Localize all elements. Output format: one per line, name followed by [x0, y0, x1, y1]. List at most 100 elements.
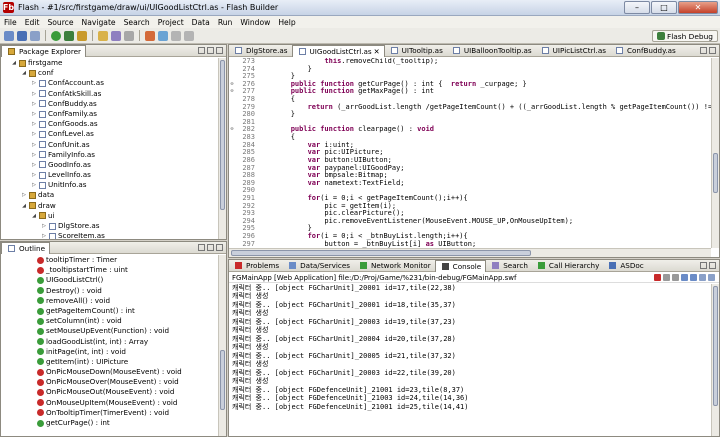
- tree-item[interactable]: ▷ ConfAtkSkill.as: [1, 89, 226, 99]
- run-icon[interactable]: [51, 30, 61, 41]
- menu-file[interactable]: File: [4, 18, 17, 27]
- bottom-tab-problems[interactable]: Problems: [229, 260, 283, 271]
- package-explorer-scrollbar[interactable]: [218, 58, 226, 239]
- outline-item[interactable]: Destroy() : void: [35, 286, 226, 296]
- save-icon[interactable]: [17, 30, 27, 41]
- editor-tab[interactable]: UITooltip.as: [385, 45, 447, 56]
- expand-toggle-icon[interactable]: ▷: [31, 109, 37, 119]
- tree-item[interactable]: ▷ DlgStore.as: [1, 221, 226, 231]
- new-icon[interactable]: [4, 30, 14, 41]
- menu-help[interactable]: Help: [278, 18, 295, 27]
- console-output[interactable]: 캐릭터 중.. [object FGCharUnit]_20001 id=17,…: [229, 284, 711, 436]
- expand-toggle-icon[interactable]: ▷: [31, 129, 37, 139]
- expand-toggle-icon[interactable]: ◢: [21, 68, 27, 78]
- outline-item[interactable]: _tooltipstartTime : uint: [35, 265, 226, 275]
- tree-item[interactable]: ▷ ScoreItem.as: [1, 231, 226, 239]
- sort-icon[interactable]: [198, 244, 205, 251]
- menu-source[interactable]: Source: [47, 18, 73, 27]
- terminate-icon[interactable]: [654, 274, 661, 281]
- outline-scrollbar[interactable]: [218, 255, 226, 436]
- close-tab-icon[interactable]: ✕: [374, 47, 380, 56]
- tab-outline[interactable]: Outline: [1, 242, 51, 254]
- outline-item[interactable]: setMouseUpEvent(Function) : void: [35, 326, 226, 336]
- print-icon[interactable]: [30, 30, 40, 41]
- stop-icon[interactable]: [145, 30, 155, 41]
- outline-item[interactable]: removeAll() : void: [35, 296, 226, 306]
- bottom-tab-data-services[interactable]: Data/Services: [283, 260, 354, 271]
- outline-item[interactable]: UIGoodListCtrl(): [35, 275, 226, 285]
- tree-item[interactable]: ▷ UnitInfo.as: [1, 180, 226, 190]
- expand-toggle-icon[interactable]: ▷: [31, 140, 37, 150]
- tree-item[interactable]: ◢ firstgame: [1, 58, 226, 68]
- close-button[interactable]: ✕: [678, 1, 718, 14]
- perspective-switcher[interactable]: Flash Debug: [651, 30, 718, 42]
- menu-run[interactable]: Run: [218, 18, 233, 27]
- menu-search[interactable]: Search: [124, 18, 150, 27]
- toggle-icon[interactable]: [124, 30, 134, 41]
- expand-toggle-icon[interactable]: ▷: [31, 78, 37, 88]
- expand-toggle-icon[interactable]: ◢: [21, 201, 27, 211]
- editor-horizontal-scrollbar[interactable]: [229, 248, 711, 257]
- editor-tab[interactable]: UIGoodListCtrl.as ✕: [291, 45, 385, 57]
- maximize-button[interactable]: □: [651, 1, 677, 14]
- tree-item[interactable]: ▷ ConfUnit.as: [1, 140, 226, 150]
- console-scrollbar[interactable]: [711, 284, 719, 436]
- outline-item[interactable]: OnMouseUpItem(MouseEvent) : void: [35, 398, 226, 408]
- bottom-tab-call-hierarchy[interactable]: Call Hierarchy: [532, 260, 603, 271]
- filter-icon[interactable]: [207, 244, 214, 251]
- back-icon[interactable]: [171, 30, 181, 41]
- outline-item[interactable]: OnTooltipTimer(TimerEvent) : void: [35, 408, 226, 418]
- expand-toggle-icon[interactable]: ▷: [41, 221, 47, 231]
- tree-item[interactable]: ▷ ConfAccount.as: [1, 78, 226, 88]
- tree-item[interactable]: ▷ FamilyInfo.as: [1, 150, 226, 160]
- minimize-view-icon[interactable]: [216, 47, 223, 54]
- tree-item[interactable]: ◢ conf: [1, 68, 226, 78]
- editor-tab[interactable]: ConfBuddy.as: [610, 45, 680, 56]
- bottom-tab-asdoc[interactable]: ASDoc: [603, 260, 647, 271]
- tab-package-explorer[interactable]: Package Explorer: [1, 45, 87, 57]
- open-console-icon[interactable]: [708, 274, 715, 281]
- outline-item[interactable]: loadGoodList(int, int) : Array: [35, 337, 226, 347]
- outline-item[interactable]: OnPicMouseOut(MouseEvent) : void: [35, 387, 226, 397]
- forward-icon[interactable]: [184, 30, 194, 41]
- expand-toggle-icon[interactable]: ▷: [31, 99, 37, 109]
- expand-toggle-icon[interactable]: ▷: [31, 89, 37, 99]
- outline-item[interactable]: getItem(int) : UIPicture: [35, 357, 226, 367]
- expand-toggle-icon[interactable]: ▷: [31, 119, 37, 129]
- menu-edit[interactable]: Edit: [25, 18, 40, 27]
- outline-item[interactable]: getCurPage() : int: [35, 418, 226, 428]
- tree-item[interactable]: ▷ ConfBuddy.as: [1, 99, 226, 109]
- bottom-tab-network-monitor[interactable]: Network Monitor: [354, 260, 435, 271]
- menu-window[interactable]: Window: [240, 18, 270, 27]
- tree-item[interactable]: ▷ ConfGoods.as: [1, 119, 226, 129]
- code-area[interactable]: 273 this.removeChild(_tooltip); 274 } 275 …: [229, 58, 711, 257]
- search-icon[interactable]: [111, 30, 121, 41]
- link-icon[interactable]: [207, 47, 214, 54]
- pin-console-icon[interactable]: [690, 274, 697, 281]
- tree-item[interactable]: ◢ ui: [1, 211, 226, 221]
- minimize-bottom-icon[interactable]: [700, 262, 707, 269]
- step-icon[interactable]: [158, 30, 168, 41]
- tree-item[interactable]: ▷ GoodInfo.as: [1, 160, 226, 170]
- bottom-tab-console[interactable]: Console: [434, 260, 487, 272]
- tree-item[interactable]: ▷ data: [1, 190, 226, 200]
- minimize-outline-icon[interactable]: [216, 244, 223, 251]
- open-type-icon[interactable]: [98, 30, 108, 41]
- expand-toggle-icon[interactable]: ◢: [31, 211, 37, 221]
- editor-tab[interactable]: UIBalloonTooltip.as: [447, 45, 536, 56]
- outline-item[interactable]: setColumn(int) : void: [35, 316, 226, 326]
- expand-toggle-icon[interactable]: ▷: [41, 231, 47, 239]
- minimize-button[interactable]: –: [624, 1, 650, 14]
- editor-vertical-scrollbar[interactable]: [711, 58, 719, 248]
- expand-toggle-icon[interactable]: ▷: [31, 150, 37, 160]
- expand-toggle-icon[interactable]: ◢: [11, 58, 17, 68]
- expand-toggle-icon[interactable]: ▷: [21, 190, 27, 200]
- menu-project[interactable]: Project: [158, 18, 184, 27]
- tree-item[interactable]: ▷ ConfLevel.as: [1, 129, 226, 139]
- outline-item[interactable]: OnPicMouseOver(MouseEvent) : void: [35, 377, 226, 387]
- editor-tab[interactable]: UIPicListCtrl.as: [536, 45, 610, 56]
- bottom-tab-search[interactable]: Search: [486, 260, 532, 271]
- collapse-icon[interactable]: [198, 47, 205, 54]
- outline-item[interactable]: initPage(int, int) : void: [35, 347, 226, 357]
- display-console-icon[interactable]: [699, 274, 706, 281]
